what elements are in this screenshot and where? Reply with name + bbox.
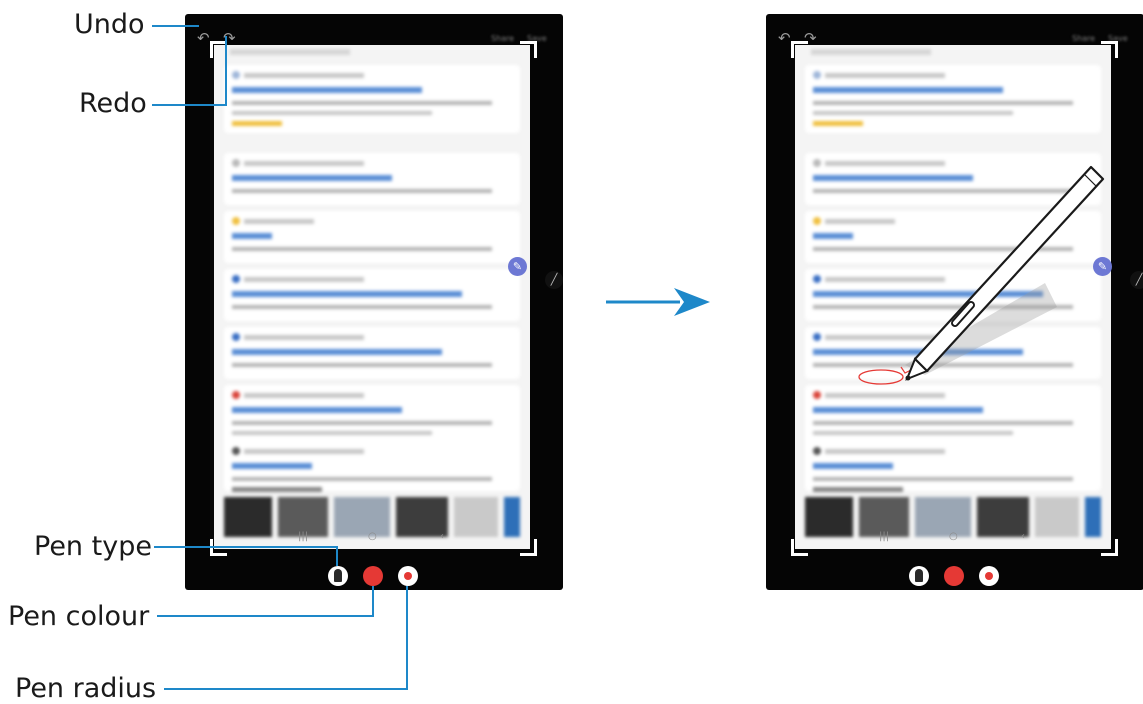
pen-colour-button[interactable] <box>363 566 383 586</box>
list-item <box>224 441 520 491</box>
ink-circle <box>858 369 904 385</box>
recent-apps-icon[interactable]: ||| <box>879 532 889 542</box>
callout-pen-radius: Pen radius <box>15 673 157 704</box>
edit-icon[interactable]: ✎ <box>1093 257 1112 276</box>
device-after-drawing: ↶ ↷ Share Save ||| ○ ‹ ✎ ╱ <box>766 14 1143 590</box>
list-item <box>224 211 520 263</box>
callout-undo: Undo <box>74 9 145 40</box>
list-item <box>224 269 520 321</box>
share-button[interactable]: Share <box>491 34 514 43</box>
crop-handle[interactable] <box>520 41 537 58</box>
leader-line <box>152 104 227 106</box>
captured-screen <box>214 45 530 549</box>
recent-apps-icon[interactable]: ||| <box>298 532 308 542</box>
share-button[interactable]: Share <box>1072 34 1095 43</box>
arrow-right-icon <box>606 288 710 316</box>
leader-line <box>406 586 408 690</box>
pen-type-icon[interactable] <box>909 566 929 586</box>
crop-handle[interactable] <box>1101 41 1118 58</box>
list-item <box>224 327 520 379</box>
home-icon[interactable]: ○ <box>949 532 958 542</box>
crop-handle[interactable] <box>791 41 808 58</box>
pen-radius-button[interactable] <box>979 566 999 586</box>
s-pen-illustration <box>858 165 1105 385</box>
undo-icon[interactable]: ↶ <box>778 31 791 46</box>
back-icon[interactable]: ‹ <box>1021 532 1025 542</box>
callout-pen-type: Pen type <box>34 531 152 562</box>
device-before-drawing: ↶ ↷ Share Save ||| ○ ‹ ✎ ╱ <box>185 14 563 590</box>
back-icon[interactable]: ‹ <box>440 532 444 542</box>
navigation-bar: ||| ○ ‹ <box>214 532 530 546</box>
side-handle-icon[interactable]: ╱ <box>545 271 563 289</box>
s-pen-icon <box>905 165 1105 381</box>
side-handle-icon[interactable]: ╱ <box>1130 271 1143 289</box>
leader-line <box>152 25 199 27</box>
callout-pen-colour: Pen colour <box>8 601 150 632</box>
pen-colour-button[interactable] <box>944 566 964 586</box>
list-item <box>224 153 520 205</box>
navigation-bar: ||| ○ ‹ <box>795 532 1111 546</box>
pen-radius-button[interactable] <box>398 566 418 586</box>
leader-line <box>336 546 338 566</box>
leader-line <box>164 688 408 690</box>
leader-line <box>157 615 374 617</box>
pen-type-icon[interactable] <box>328 566 348 586</box>
leader-line <box>372 586 374 617</box>
edit-icon[interactable]: ✎ <box>508 257 527 276</box>
home-icon[interactable]: ○ <box>368 532 377 542</box>
leader-line <box>225 36 227 106</box>
list-item <box>224 65 520 133</box>
callout-redo: Redo <box>79 88 147 119</box>
captured-screen <box>795 45 1111 549</box>
blurred-search-results <box>214 45 530 549</box>
undo-icon[interactable]: ↶ <box>197 31 210 46</box>
leader-line <box>154 546 338 548</box>
